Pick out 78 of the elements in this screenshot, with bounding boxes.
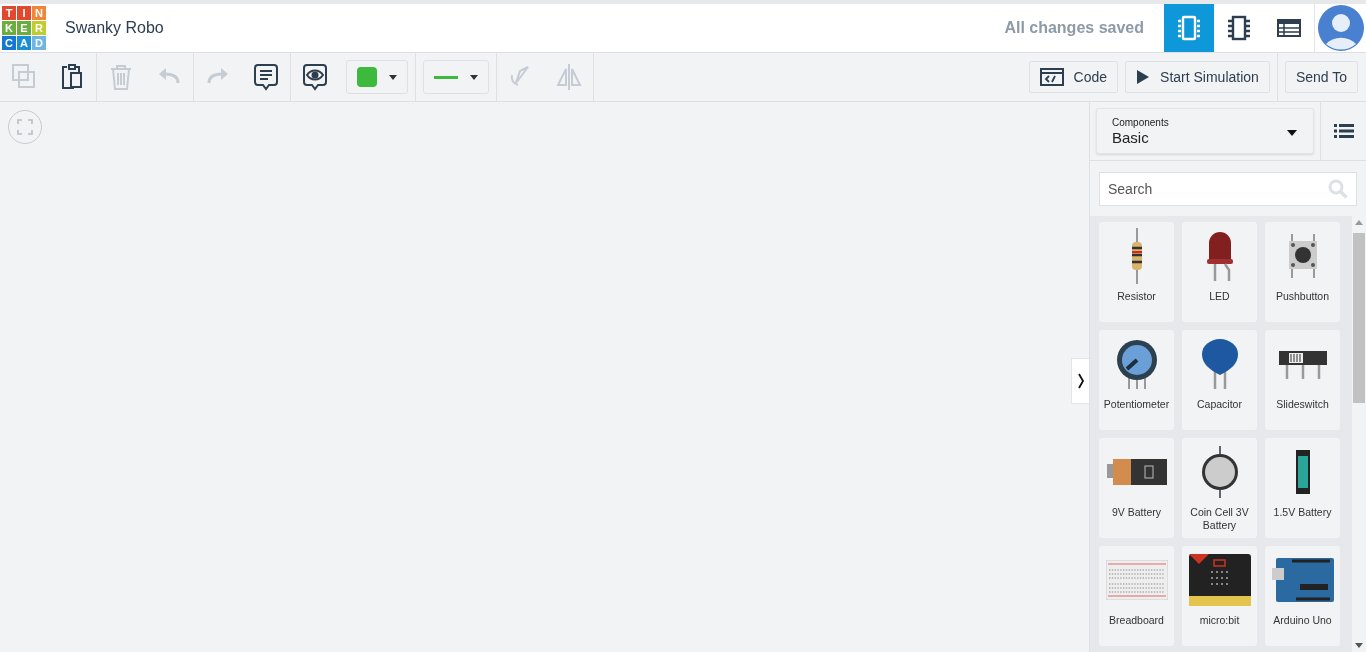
search-field[interactable]: Search bbox=[1099, 172, 1357, 206]
chip-icon bbox=[1227, 15, 1251, 41]
component-label: Breadboard bbox=[1108, 614, 1165, 627]
collapse-panel-button[interactable] bbox=[1071, 358, 1089, 404]
led-drawing bbox=[1205, 231, 1234, 281]
component-label: Potentiometer bbox=[1102, 398, 1171, 411]
save-status: All changes saved bbox=[1004, 19, 1144, 37]
send-to-button[interactable]: Send To bbox=[1284, 61, 1358, 93]
component-card[interactable]: Coin Cell 3V Battery bbox=[1182, 438, 1257, 538]
component-label: Arduino Uno bbox=[1272, 614, 1333, 627]
component-label: Pushbutton bbox=[1274, 290, 1331, 303]
pushbutton-drawing bbox=[1287, 234, 1318, 278]
components-dropdown[interactable]: Components Basic bbox=[1096, 108, 1314, 154]
component-label: Coin Cell 3V Battery bbox=[1189, 506, 1250, 532]
wire-style-picker[interactable] bbox=[423, 60, 489, 94]
fullscreen-icon bbox=[17, 119, 33, 135]
caret-icon bbox=[1287, 130, 1297, 136]
potentiometer-drawing bbox=[1114, 339, 1159, 389]
component-card[interactable]: Arduino Uno bbox=[1265, 546, 1340, 646]
breadboard-drawing bbox=[1105, 560, 1168, 600]
zoom-to-fit-button[interactable] bbox=[8, 110, 42, 144]
caret-icon bbox=[389, 74, 397, 80]
start-simulation-button[interactable]: Start Simulation bbox=[1125, 61, 1270, 93]
trash-icon bbox=[108, 63, 134, 91]
component-card[interactable]: 1.5V Battery bbox=[1265, 438, 1340, 538]
logo-letter: R bbox=[32, 21, 46, 35]
clipboard-icon bbox=[59, 63, 85, 91]
search-icon bbox=[1328, 179, 1348, 199]
code-button[interactable]: Code bbox=[1028, 61, 1119, 93]
logo-letter: T bbox=[2, 6, 16, 20]
battery-drawing bbox=[1106, 457, 1167, 487]
coin-cell-drawing bbox=[1200, 446, 1239, 498]
copy-icon bbox=[11, 63, 37, 91]
microbit-drawing bbox=[1188, 554, 1251, 606]
component-card[interactable]: Capacitor bbox=[1182, 330, 1257, 430]
search-input[interactable]: Search bbox=[1108, 173, 1328, 205]
component-card[interactable]: 9V Battery bbox=[1099, 438, 1174, 538]
slideswitch-drawing bbox=[1278, 349, 1327, 379]
battery-drawing bbox=[1294, 448, 1311, 496]
component-card[interactable]: Slideswitch bbox=[1265, 330, 1340, 430]
color-picker[interactable] bbox=[346, 60, 408, 94]
component-label: micro:bit bbox=[1198, 614, 1241, 627]
eye-note-icon bbox=[302, 63, 328, 91]
logo-letter: E bbox=[17, 21, 31, 35]
component-label: LED bbox=[1208, 290, 1231, 303]
avatar-icon[interactable] bbox=[1318, 5, 1364, 51]
component-card[interactable]: Potentiometer bbox=[1099, 330, 1174, 430]
logo-letter: C bbox=[2, 36, 16, 50]
list-icon bbox=[1333, 123, 1354, 139]
component-label: Resistor bbox=[1116, 290, 1157, 303]
component-label: 1.5V Battery bbox=[1272, 506, 1333, 519]
component-card[interactable]: micro:bit bbox=[1182, 546, 1257, 646]
chevron-icon bbox=[1076, 373, 1085, 389]
logo-letter: N bbox=[32, 6, 46, 20]
note-icon bbox=[253, 63, 279, 91]
component-card[interactable]: LED bbox=[1182, 222, 1257, 322]
scroll-down-icon[interactable] bbox=[1355, 643, 1363, 648]
component-label: Capacitor bbox=[1196, 398, 1243, 411]
component-card[interactable]: Pushbutton bbox=[1265, 222, 1340, 322]
breadboard-icon bbox=[1177, 15, 1201, 41]
logo-letter: I bbox=[17, 6, 31, 20]
code-window-icon bbox=[1039, 68, 1064, 86]
component-card[interactable]: Resistor bbox=[1099, 222, 1174, 322]
component-label: 9V Battery bbox=[1111, 506, 1162, 519]
capacitor-drawing bbox=[1201, 339, 1238, 389]
logo-letter: A bbox=[17, 36, 31, 50]
caret-icon bbox=[470, 74, 478, 80]
component-label: Slideswitch bbox=[1275, 398, 1330, 411]
project-title[interactable]: Swanky Robo bbox=[65, 19, 164, 37]
flip-icon bbox=[556, 63, 582, 91]
arduino-drawing bbox=[1271, 558, 1334, 602]
scrollbar[interactable] bbox=[1352, 216, 1366, 652]
logo-letter: K bbox=[2, 21, 16, 35]
play-icon bbox=[1136, 69, 1151, 85]
table-icon bbox=[1277, 18, 1301, 38]
component-card[interactable]: Breadboard bbox=[1099, 546, 1174, 646]
logo-letter: D bbox=[32, 36, 46, 50]
scroll-up-icon[interactable] bbox=[1355, 220, 1363, 225]
